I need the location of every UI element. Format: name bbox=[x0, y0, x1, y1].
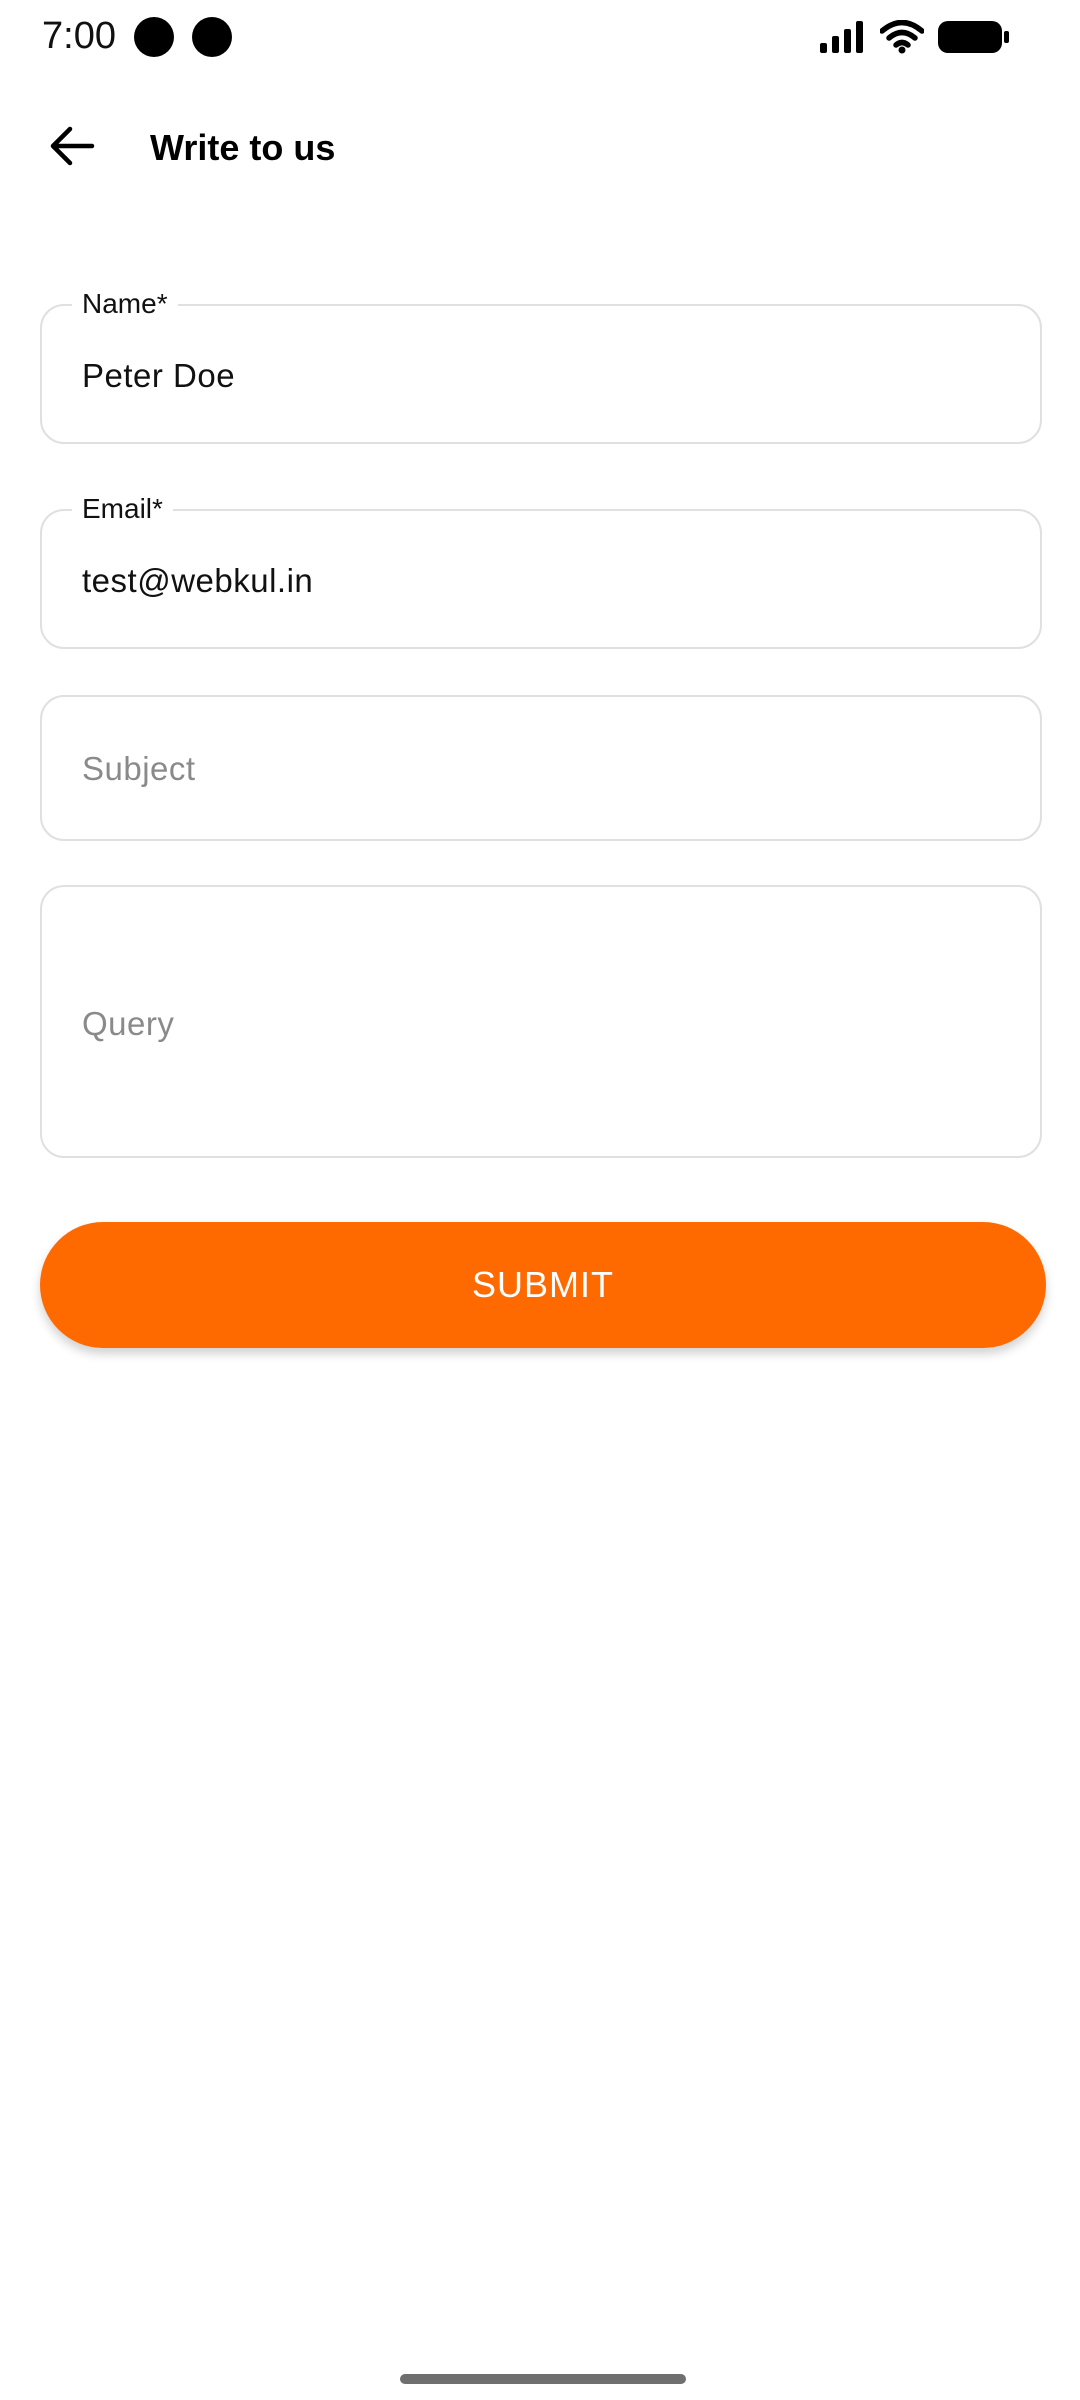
status-icons bbox=[820, 18, 1010, 56]
back-button[interactable] bbox=[40, 116, 104, 180]
notification-dot-icon bbox=[192, 17, 232, 57]
status-time: 7:00 bbox=[42, 15, 116, 57]
submit-button[interactable]: SUBMIT bbox=[40, 1222, 1046, 1348]
arrow-left-icon bbox=[48, 124, 96, 173]
status-bar: 7:00 bbox=[0, 0, 1080, 72]
subject-input[interactable] bbox=[82, 747, 1010, 791]
notification-dot-icon bbox=[134, 17, 174, 57]
email-input[interactable] bbox=[82, 559, 1010, 603]
app-bar: Write to us bbox=[0, 96, 1080, 200]
home-indicator[interactable] bbox=[400, 2374, 686, 2384]
email-field-label: Email* bbox=[72, 491, 173, 527]
name-input[interactable] bbox=[82, 354, 1010, 398]
signal-icon bbox=[820, 21, 866, 53]
battery-icon bbox=[938, 20, 1010, 54]
page-title: Write to us bbox=[150, 127, 336, 168]
email-field[interactable]: Email* bbox=[40, 491, 1042, 649]
query-field[interactable] bbox=[40, 885, 1042, 1158]
wifi-icon bbox=[880, 20, 924, 54]
query-input[interactable] bbox=[82, 999, 1010, 1049]
name-field[interactable]: Name* bbox=[40, 286, 1042, 444]
subject-field[interactable] bbox=[40, 695, 1042, 841]
name-field-label: Name* bbox=[72, 286, 178, 322]
